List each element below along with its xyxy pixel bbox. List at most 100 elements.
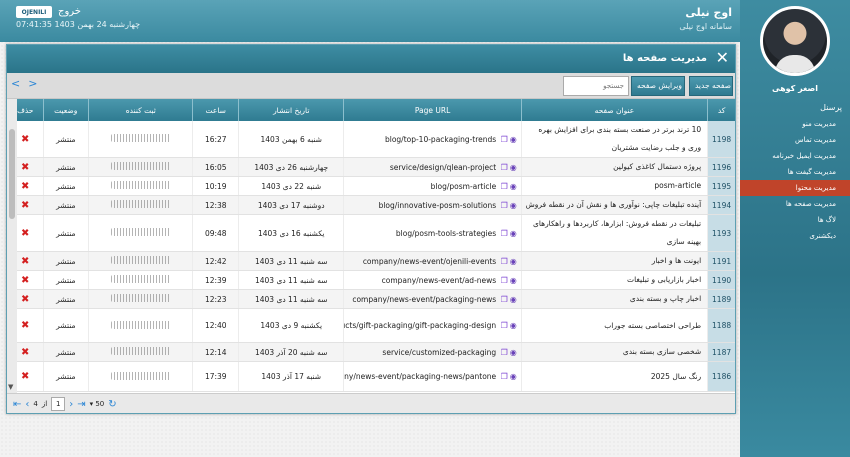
toolbar: صفحه جدید ویرایش صفحه <> <box>7 73 735 99</box>
sidebar-item-logs[interactable]: لاگ ها <box>740 212 850 228</box>
col-header-title[interactable]: عنوان صفحه <box>520 99 708 121</box>
first-page-icon[interactable]: ⇤ <box>13 399 21 410</box>
view-icon[interactable]: ◉ <box>510 276 517 285</box>
row-title: ایونت ها و اخبار <box>520 251 708 271</box>
view-icon[interactable]: ◉ <box>510 348 517 357</box>
delete-icon[interactable]: ✖ <box>21 275 29 286</box>
table-row[interactable]: 1186 رنگ سال 2025 ◉❐ company/news-event/… <box>7 361 735 392</box>
row-url[interactable]: company/news-event/ad-news <box>382 276 497 285</box>
view-icon[interactable]: ◉ <box>510 321 517 330</box>
view-icon[interactable]: ◉ <box>510 135 517 144</box>
row-url[interactable]: service/design/qlean-project <box>390 163 496 172</box>
toolbar-nav-arrows[interactable]: <> <box>11 77 45 90</box>
row-url[interactable]: blog/posm-tools-strategies <box>396 229 496 238</box>
delete-icon[interactable]: ✖ <box>21 294 29 305</box>
row-code: 1191 <box>707 251 735 271</box>
sidebar-item-content[interactable]: مدیریت محتوا <box>740 180 850 196</box>
logout-link[interactable]: خروج <box>58 6 81 17</box>
copy-icon[interactable]: ❐ <box>501 348 508 357</box>
table-row[interactable]: 1188 طراحی اختصاصی بسته جوراب ◉❐ product… <box>7 308 735 343</box>
row-url-cell: ◉❐ blog/innovative-posm-solutions <box>343 195 522 215</box>
row-url-cell: ◉❐ blog/posm-tools-strategies <box>343 214 522 252</box>
view-icon[interactable]: ◉ <box>510 229 517 238</box>
view-icon[interactable]: ◉ <box>510 182 517 191</box>
delete-icon[interactable]: ✖ <box>21 256 29 267</box>
close-icon[interactable]: ✕ <box>716 48 729 67</box>
view-icon[interactable]: ◉ <box>510 295 517 304</box>
table-row[interactable]: 1193 تبلیغات در نقطه فروش: ابزارها، کارب… <box>7 214 735 252</box>
view-icon[interactable]: ◉ <box>510 372 517 381</box>
row-url-cell: ◉❐ products/gift-packaging/gift-packagin… <box>343 308 522 343</box>
search-input[interactable] <box>563 76 629 96</box>
col-header-date[interactable]: تاریخ انتشار <box>238 99 344 121</box>
row-registrar <box>88 270 193 290</box>
sidebar-item-newsletter[interactable]: مدیریت ایمیل خبرنامه <box>740 148 850 164</box>
view-icon[interactable]: ◉ <box>510 257 517 266</box>
table-row[interactable]: 1194 آینده تبلیغات چاپی: نوآوری ها و نقش… <box>7 195 735 215</box>
last-page-icon[interactable]: ⇥ <box>77 399 85 410</box>
sidebar-item-personnel[interactable]: پرسنل <box>740 100 850 116</box>
registrar-signature <box>110 320 171 329</box>
row-url[interactable]: products/gift-packaging/gift-packaging-d… <box>345 321 496 330</box>
delete-icon[interactable]: ✖ <box>21 200 29 211</box>
copy-icon[interactable]: ❐ <box>501 201 508 210</box>
table-row[interactable]: 1195 posm-article ◉❐ blog/posm-article ش… <box>7 176 735 196</box>
copy-icon[interactable]: ❐ <box>501 135 508 144</box>
row-status: منتشر <box>42 308 89 343</box>
col-header-code[interactable]: کد <box>707 99 735 121</box>
view-icon[interactable]: ◉ <box>510 163 517 172</box>
row-url[interactable]: service/customized-packaging <box>382 348 496 357</box>
copy-icon[interactable]: ❐ <box>501 163 508 172</box>
refresh-icon[interactable]: ↻ <box>108 399 116 410</box>
delete-icon[interactable]: ✖ <box>21 134 29 145</box>
edit-page-button[interactable]: ویرایش صفحه <box>631 76 685 96</box>
copy-icon[interactable]: ❐ <box>501 257 508 266</box>
col-header-registrar[interactable]: ثبت کننده <box>88 99 193 121</box>
delete-icon[interactable]: ✖ <box>21 181 29 192</box>
row-url-cell: ◉❐ blog/posm-article <box>343 176 522 196</box>
copy-icon[interactable]: ❐ <box>501 276 508 285</box>
view-icon[interactable]: ◉ <box>510 201 517 210</box>
of-label: از <box>41 400 48 408</box>
delete-icon[interactable]: ✖ <box>21 228 29 239</box>
row-registrar <box>88 176 193 196</box>
sidebar-item-dictionary[interactable]: دیکشنری <box>740 228 850 244</box>
copy-icon[interactable]: ❐ <box>501 229 508 238</box>
row-url[interactable]: company/news-event/packaging-news <box>352 295 496 304</box>
delete-icon[interactable]: ✖ <box>21 320 29 331</box>
row-url[interactable]: company/news-event/packaging-news/panton… <box>345 372 496 381</box>
new-page-button[interactable]: صفحه جدید <box>689 76 733 96</box>
table-row[interactable]: 1190 اخبار بازاریابی و تبلیغات ◉❐ compan… <box>7 270 735 290</box>
row-url[interactable]: company/news-event/ojenili-events <box>363 257 496 266</box>
copy-icon[interactable]: ❐ <box>501 182 508 191</box>
scroll-down-icon[interactable]: ▼ <box>8 383 13 391</box>
row-code: 1193 <box>707 214 735 252</box>
table-row[interactable]: 1191 ایونت ها و اخبار ◉❐ company/news-ev… <box>7 251 735 271</box>
row-url[interactable]: blog/top-10-packaging-trends <box>385 135 496 144</box>
col-header-status[interactable]: وضعیت <box>42 99 89 121</box>
copy-icon[interactable]: ❐ <box>501 321 508 330</box>
current-page-input[interactable]: 1 <box>51 397 66 411</box>
table-scrollbar[interactable] <box>7 99 17 393</box>
table-row[interactable]: 1187 شخصی سازی بسته بندی ◉❐ service/cust… <box>7 342 735 362</box>
row-url[interactable]: blog/innovative-posm-solutions <box>379 201 497 210</box>
col-header-url[interactable]: Page URL <box>343 99 522 121</box>
table-row[interactable]: 1196 پروژه دستمال کاغذی کیولین ◉❐ servic… <box>7 157 735 177</box>
sidebar-item-menu[interactable]: مدیریت منو <box>740 116 850 132</box>
copy-icon[interactable]: ❐ <box>501 372 508 381</box>
table-row[interactable]: 1198 10 ترند برتر در صنعت بسته بندی برای… <box>7 121 735 158</box>
page-size-select[interactable]: ▾ 50 <box>90 400 105 408</box>
delete-icon[interactable]: ✖ <box>21 162 29 173</box>
delete-icon[interactable]: ✖ <box>21 347 29 358</box>
delete-icon[interactable]: ✖ <box>21 371 29 382</box>
sidebar-item-contact[interactable]: مدیریت تماس <box>740 132 850 148</box>
sidebar-item-pages[interactable]: مدیریت صفحه ها <box>740 196 850 212</box>
table-row[interactable]: 1189 اخبار چاپ و بسته بندی ◉❐ company/ne… <box>7 289 735 309</box>
row-url[interactable]: blog/posm-article <box>431 182 497 191</box>
col-header-time[interactable]: ساعت <box>192 99 239 121</box>
next-page-icon[interactable]: › <box>69 399 73 410</box>
row-registrar <box>88 157 193 177</box>
sidebar-item-gifts[interactable]: مدیریت گیفت ها <box>740 164 850 180</box>
copy-icon[interactable]: ❐ <box>501 295 508 304</box>
prev-page-icon[interactable]: ‹ <box>25 399 29 410</box>
